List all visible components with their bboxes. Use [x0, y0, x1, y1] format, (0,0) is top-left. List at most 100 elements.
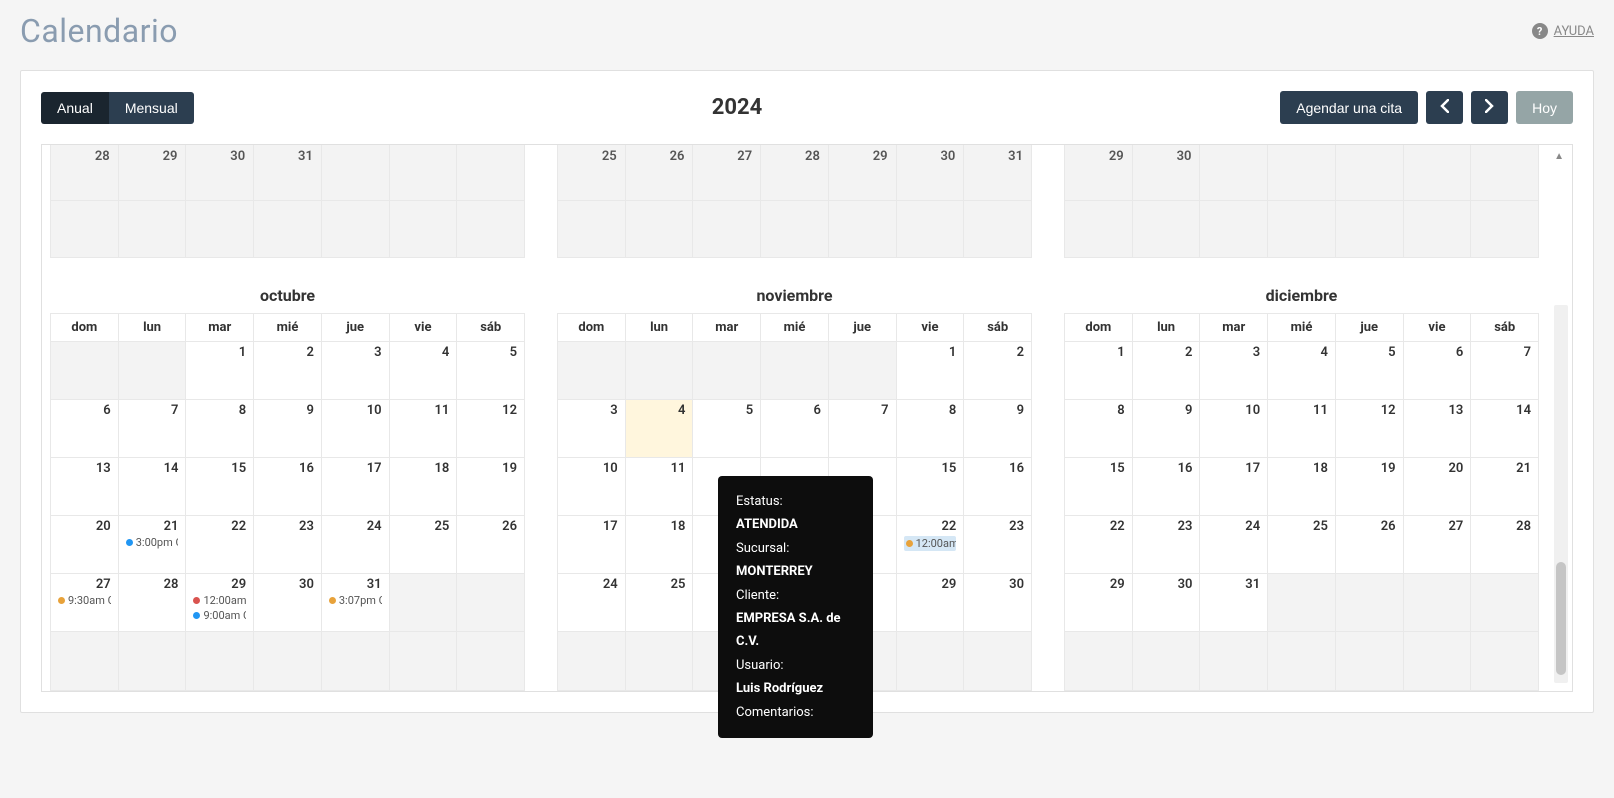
day-cell[interactable]: 17 — [322, 458, 390, 515]
day-cell[interactable]: 1 — [186, 342, 254, 399]
scroll-up-icon[interactable]: ▲ — [1554, 151, 1564, 162]
event-item[interactable]: 3:07pm C — [329, 594, 382, 607]
event-item[interactable]: 3:00pm C — [126, 536, 179, 549]
day-cell[interactable]: 17 — [558, 516, 626, 573]
prev-day[interactable]: 29 — [1065, 145, 1133, 200]
day-cell[interactable]: 3 — [322, 342, 390, 399]
help-link[interactable]: ? AYUDA — [1532, 23, 1594, 39]
day-cell[interactable]: 16 — [1133, 458, 1201, 515]
day-cell[interactable]: 23 — [1133, 516, 1201, 573]
event-item[interactable]: 9:30am C — [58, 594, 111, 607]
day-cell[interactable]: 15 — [186, 458, 254, 515]
day-cell[interactable]: 27 9:30am C — [51, 574, 119, 631]
day-cell[interactable]: 11 — [390, 400, 458, 457]
day-cell[interactable]: 22 — [1065, 516, 1133, 573]
day-cell[interactable]: 14 — [1471, 400, 1538, 457]
day-cell[interactable]: 9 — [254, 400, 322, 457]
prev-day[interactable]: 30 — [186, 145, 254, 200]
day-cell[interactable]: 15 — [897, 458, 965, 515]
day-cell[interactable]: 11 — [626, 458, 694, 515]
day-cell[interactable]: 10 — [558, 458, 626, 515]
prev-day[interactable]: 29 — [119, 145, 187, 200]
day-cell[interactable]: 16 — [964, 458, 1031, 515]
day-cell[interactable]: 24 — [558, 574, 626, 631]
prev-day[interactable]: 26 — [626, 145, 694, 200]
next-button[interactable] — [1471, 91, 1508, 124]
day-cell[interactable]: 8 — [1065, 400, 1133, 457]
scrollbar[interactable] — [1554, 305, 1568, 683]
day-cell[interactable]: 26 — [1336, 516, 1404, 573]
day-cell[interactable]: 16 — [254, 458, 322, 515]
day-cell[interactable]: 22 12:00am — [897, 516, 965, 573]
day-cell[interactable]: 18 — [390, 458, 458, 515]
day-cell[interactable]: 25 — [626, 574, 694, 631]
day-cell[interactable]: 6 — [51, 400, 119, 457]
day-cell[interactable]: 24 — [322, 516, 390, 573]
day-cell[interactable]: 6 — [761, 400, 829, 457]
day-cell[interactable]: 9 — [964, 400, 1031, 457]
day-cell[interactable]: 20 — [51, 516, 119, 573]
day-cell[interactable]: 1 — [897, 342, 965, 399]
day-cell[interactable]: 9 — [1133, 400, 1201, 457]
day-cell[interactable]: 25 — [1268, 516, 1336, 573]
prev-day[interactable]: 30 — [1133, 145, 1201, 200]
prev-day[interactable]: 30 — [897, 145, 965, 200]
prev-day[interactable]: 27 — [693, 145, 761, 200]
day-cell[interactable]: 18 — [626, 516, 694, 573]
day-cell[interactable]: 6 — [1404, 342, 1472, 399]
schedule-appointment-button[interactable]: Agendar una cita — [1280, 91, 1418, 124]
day-cell[interactable]: 18 — [1268, 458, 1336, 515]
day-cell[interactable]: 27 — [1404, 516, 1472, 573]
day-cell[interactable]: 4 — [1268, 342, 1336, 399]
day-cell[interactable]: 28 — [119, 574, 187, 631]
view-mensual-button[interactable]: Mensual — [109, 92, 194, 124]
day-cell[interactable]: 25 — [390, 516, 458, 573]
day-cell[interactable]: 17 — [1200, 458, 1268, 515]
event-item-selected[interactable]: 12:00am — [904, 536, 957, 551]
day-cell[interactable]: 19 — [1336, 458, 1404, 515]
day-cell[interactable]: 3 — [1200, 342, 1268, 399]
day-cell[interactable]: 20 — [1404, 458, 1472, 515]
day-cell[interactable]: 10 — [322, 400, 390, 457]
day-cell[interactable]: 7 — [829, 400, 897, 457]
day-cell[interactable]: 1 — [1065, 342, 1133, 399]
day-cell[interactable]: 2 — [964, 342, 1031, 399]
prev-day[interactable]: 31 — [964, 145, 1031, 200]
day-cell[interactable]: 29 12:00am 9:00am C — [186, 574, 254, 631]
day-cell[interactable]: 7 — [1471, 342, 1538, 399]
day-cell[interactable]: 5 — [457, 342, 524, 399]
day-cell[interactable]: 10 — [1200, 400, 1268, 457]
event-item[interactable]: 9:00am C — [193, 609, 246, 622]
today-button[interactable]: Hoy — [1516, 91, 1573, 124]
scrollbar-thumb[interactable] — [1556, 562, 1566, 675]
day-cell[interactable]: 31 — [1200, 574, 1268, 631]
day-cell[interactable]: 26 — [457, 516, 524, 573]
day-cell[interactable]: 22 — [186, 516, 254, 573]
day-cell[interactable]: 11 — [1268, 400, 1336, 457]
day-cell[interactable]: 5 — [1336, 342, 1404, 399]
day-cell[interactable]: 29 — [897, 574, 965, 631]
prev-day[interactable]: 28 — [51, 145, 119, 200]
day-cell[interactable]: 2 — [1133, 342, 1201, 399]
day-cell[interactable]: 28 — [1471, 516, 1538, 573]
prev-day[interactable]: 25 — [558, 145, 626, 200]
day-cell[interactable]: 30 — [254, 574, 322, 631]
day-cell[interactable]: 15 — [1065, 458, 1133, 515]
day-cell[interactable]: 21 3:00pm C — [119, 516, 187, 573]
day-cell-today[interactable]: 4 — [626, 400, 694, 457]
day-cell[interactable]: 7 — [119, 400, 187, 457]
day-cell[interactable]: 30 — [964, 574, 1031, 631]
prev-day[interactable]: 28 — [761, 145, 829, 200]
prev-day[interactable]: 31 — [254, 145, 322, 200]
day-cell[interactable]: 23 — [964, 516, 1031, 573]
day-cell[interactable]: 19 — [457, 458, 524, 515]
day-cell[interactable]: 2 — [254, 342, 322, 399]
day-cell[interactable]: 3 — [558, 400, 626, 457]
day-cell[interactable]: 4 — [390, 342, 458, 399]
day-cell[interactable]: 8 — [186, 400, 254, 457]
day-cell[interactable]: 12 — [457, 400, 524, 457]
day-cell[interactable]: 31 3:07pm C — [322, 574, 390, 631]
day-cell[interactable]: 8 — [897, 400, 965, 457]
prev-button[interactable] — [1426, 91, 1463, 124]
day-cell[interactable]: 29 — [1065, 574, 1133, 631]
